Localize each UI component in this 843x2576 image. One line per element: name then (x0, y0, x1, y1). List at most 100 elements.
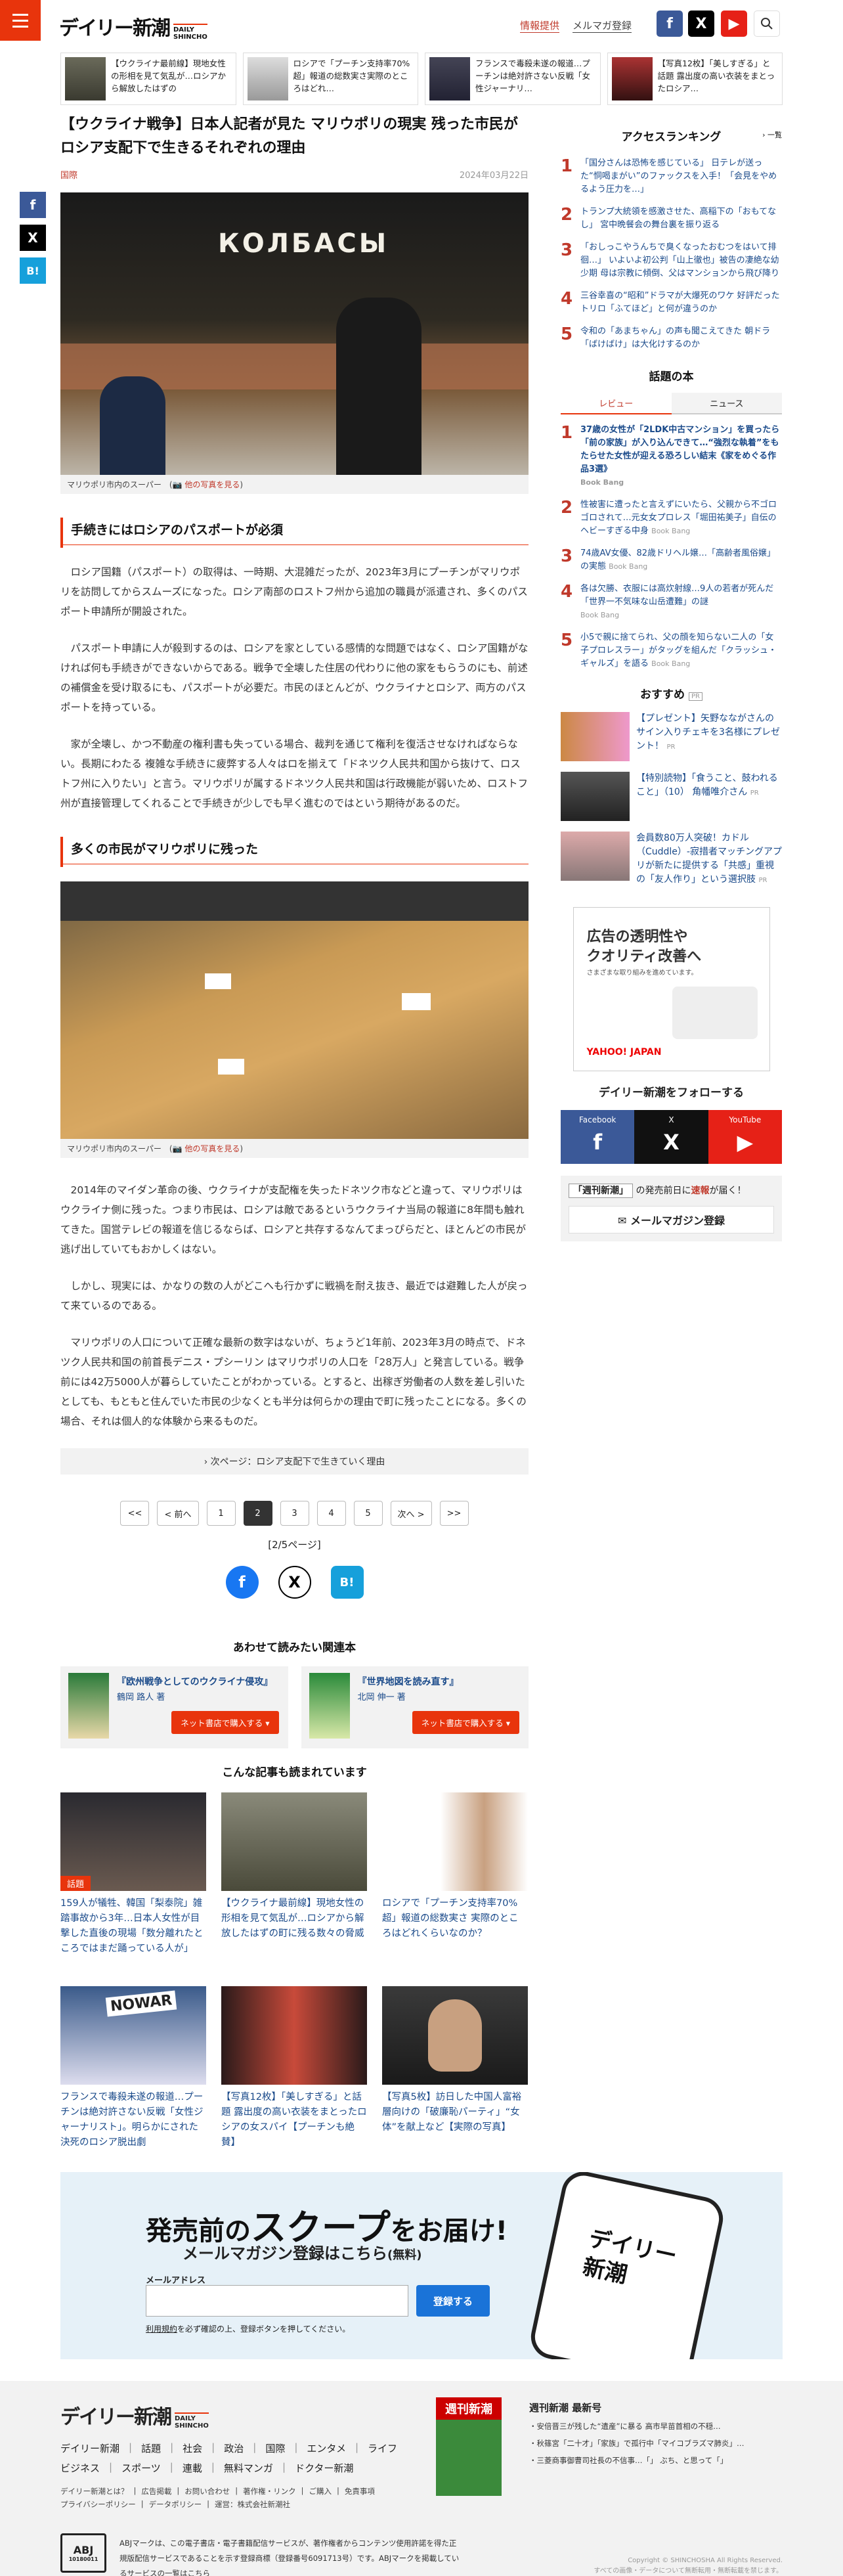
article-photo-1[interactable]: КОЛБАСЫ (60, 192, 529, 475)
also-card[interactable]: NOWAR フランスで毒殺未遂の報道…プーチンは絶対許さない反戦「女性ジャーナリ… (60, 1986, 206, 2165)
ranking-item[interactable]: 3 「おしっこやうんちで臭くなったおむつをはいて排徊…」 いよいよ初公判「山上徹也… (561, 241, 782, 280)
follow-youtube[interactable]: YouTube ▶ (708, 1110, 782, 1164)
footer-logo[interactable]: デイリー新潮 DAILY SHINCHO (60, 2401, 209, 2430)
book-item[interactable]: 4 各は欠勝、衣服には高炊射線…9人の若者が死んだ「世界一不気味な山岳遭難」の謎 B… (561, 583, 782, 622)
email-input[interactable] (146, 2285, 408, 2317)
x-icon: X (663, 1130, 680, 1155)
pager-page[interactable]: 1 (206, 1501, 236, 1526)
strip-article[interactable]: 【写真12枚】「美しすぎる」と話題 露出度の高い衣装をまとったロシア… (607, 53, 783, 105)
strip-article[interactable]: ロシアで「プーチン支持率70%超」報道の総数実さ実際のところはどれ… (242, 53, 418, 105)
pager-prev[interactable]: < 前へ (157, 1501, 199, 1526)
footer-small-link[interactable]: 免責事項 (345, 2486, 375, 2497)
footer-small-link[interactable]: 広告掲載 (141, 2486, 171, 2497)
pager-next[interactable]: 次へ > (390, 1501, 432, 1526)
x-icon[interactable]: X (688, 11, 714, 37)
ranking-list-link[interactable]: › 一覧 (762, 129, 782, 140)
facebook-icon[interactable]: f (657, 11, 683, 37)
pager-last[interactable]: >> (439, 1501, 469, 1526)
more-photos-link[interactable]: 📷 他の写真を見る (173, 480, 240, 489)
footer-nav-link[interactable]: 国際 (265, 2441, 285, 2455)
register-button[interactable]: 登録する (416, 2285, 490, 2317)
pager-page-current[interactable]: 2 (243, 1501, 272, 1526)
follow-x[interactable]: XX (634, 1110, 708, 1164)
site-logo[interactable]: デイリー新潮 DAILY SHINCHO (59, 12, 207, 41)
strip-text: ロシアで「プーチン支持率70%超」報道の総数実さ実際のところはどれ… (293, 58, 410, 93)
ranking-item[interactable]: 4 三谷幸喜の“昭和”ドラマが大爆死のワケ 好評だったトリロ「ふてほど」と何が違う… (561, 290, 782, 316)
ad-line: さまざまな取り組みを進めています。 (586, 969, 698, 977)
buy-button[interactable]: ネット書店で購入する ▾ (412, 1711, 519, 1734)
x-share-icon[interactable]: X (278, 1566, 311, 1599)
footer-nav-link[interactable]: 無料マンガ (224, 2461, 273, 2475)
footer-small-link[interactable]: デイリー新潮とは？ (60, 2486, 129, 2497)
also-card[interactable]: ロシアで「プーチン支持率70%超」報道の総数実さ 実際のところはどれくらいなのか… (382, 1792, 528, 1972)
recommend-item[interactable]: 会員数80万人突破！カドル（Cuddle）-寂措者マッチングアプリが新たに提供す… (561, 832, 782, 887)
book-item[interactable]: 2 性被害に遭ったと言えずにいたら、父親から不ゴロゴロされて…元女女プロレス「堀田… (561, 499, 782, 538)
facebook-share-icon[interactable]: f (20, 192, 46, 218)
article-photo-2[interactable] (60, 881, 529, 1139)
related-book[interactable]: 『欧州戦争としてのウクライナ侵攻』 鶴岡 路人 著 ネット書店で購入する ▾ (60, 1666, 288, 1748)
also-card[interactable]: 【ウクライナ最前線】現地女性の形相を見て気乱が…ロシアから解放したはずの町に残る… (221, 1792, 367, 1972)
tab-review[interactable]: レビュー (561, 393, 672, 414)
footer-nav: デイリー新潮 | 話題 | 社会 | 政治 | 国際 | エンタメ | ライフ (60, 2441, 398, 2455)
footer-nav-link[interactable]: 政治 (224, 2441, 244, 2455)
next-page-link[interactable]: › 次ページ：ロシア支配下で生きていく理由 (60, 1448, 529, 1475)
footer-small-link[interactable]: ご購入 (309, 2486, 332, 2497)
ranking-item[interactable]: 1 「国分さんは恐怖を感じている」 日テレが送った“恫喝まがい”のファックスを入手… (561, 157, 782, 196)
magazine-item[interactable]: ・三菱商事御曹司社長の不信事…「」 ぶち、と思って「」 (529, 2455, 792, 2466)
footer-nav-link[interactable]: 連載 (183, 2461, 202, 2475)
hamburger-menu-button[interactable] (0, 0, 41, 41)
book-item[interactable]: 3 74歳AV女優、82歳ドリヘル嬢…「高齢者風俗嬢」の実態 Book Bang (561, 547, 782, 573)
book-title: 『欧州戦争としてのウクライナ侵攻』 (117, 1677, 273, 1687)
x-share-icon[interactable]: X (20, 225, 46, 251)
ranking-text: トランプ大統領を感激させた、高稲下の「おもてなし」 宮中晩餐会の舞台裏を振り返る (580, 207, 777, 230)
strip-article[interactable]: 【ウクライナ最前線】現地女性の形相を見て気乱が…ロシアから解放したはずの (60, 53, 236, 105)
hatena-bookmark-icon[interactable]: B! (330, 1566, 364, 1599)
card-image (221, 1792, 367, 1891)
ranking-item[interactable]: 2 トランプ大統領を感激させた、高稲下の「おもてなし」 宮中晩餐会の舞台裏を振り返… (561, 206, 782, 232)
recommend-item[interactable]: 【プレゼント】矢野なながさんのサイン入りチェキを3名様にプレゼント！ PR (561, 712, 782, 761)
related-book[interactable]: 『世界地図を読み直す』 北岡 伸一 著 ネット書店で購入する ▾ (301, 1666, 529, 1748)
pager-page[interactable]: 3 (280, 1501, 309, 1526)
footer-nav-link[interactable]: デイリー新潮 (60, 2441, 119, 2455)
footer-small-link[interactable]: 著作権・リンク (243, 2486, 296, 2497)
footer-nav-link[interactable]: 社会 (183, 2441, 202, 2455)
pager-page[interactable]: 4 (316, 1501, 346, 1526)
category-link[interactable]: 国際 (60, 168, 77, 181)
also-card[interactable]: 話題 159人が犠牲、韓国「梨泰院」雑踏事故から3年…日本人女性が目撃した直後の… (60, 1792, 206, 1972)
advertisement[interactable]: 広告の透明性や クオリティ改善へ さまざまな取り組みを進めています。 YAHOO… (573, 907, 770, 1071)
also-card[interactable]: 【写真5枚】訪日した中国人富裕層向けの「破廉恥パーティ」“女体”を献上など【実際… (382, 1986, 528, 2165)
info-link[interactable]: 情報提供 (520, 18, 560, 33)
footer-nav-link[interactable]: ライフ (368, 2441, 397, 2455)
newsletter-register-button[interactable]: ✉ メールマガジン登録 (569, 1206, 774, 1233)
footer-small-link[interactable]: プライバシーポリシー (60, 2499, 136, 2510)
youtube-icon[interactable]: ▶ (721, 11, 747, 37)
ranking-item[interactable]: 5 令和の「あまちゃん」の声も聞こえてきた 朝ドラ「ばけばけ」は大化けするのか (561, 325, 782, 351)
section-heading: 多くの市民がマリウポリに残った (60, 837, 529, 867)
magazine-cover[interactable]: 週刊新潮 (436, 2397, 502, 2496)
pager-first[interactable]: << (120, 1501, 150, 1526)
terms-link[interactable]: 利用規約 (146, 2324, 177, 2334)
footer-nav-link[interactable]: エンタメ (307, 2441, 346, 2455)
search-icon[interactable] (754, 11, 780, 37)
buy-button[interactable]: ネット書店で購入する ▾ (171, 1711, 279, 1734)
footer-nav-link[interactable]: 話題 (141, 2441, 161, 2455)
pager-page[interactable]: 5 (353, 1501, 383, 1526)
hatena-bookmark-icon[interactable]: B! (20, 257, 46, 284)
footer-small-link[interactable]: データポリシー (149, 2499, 202, 2510)
recommend-item[interactable]: 【特別読物】「食うこと、鼓われること」（10） 角幡唯介さん PR (561, 772, 782, 821)
footer-nav-link[interactable]: スポーツ (121, 2461, 161, 2475)
newsletter-link[interactable]: メルマガ登録 (573, 18, 632, 33)
tab-news[interactable]: ニュース (671, 393, 782, 414)
magazine-item[interactable]: ・秋篠宮「二十才」「家族」で孤行中「マイコブラズマ肺炎」… (529, 2438, 792, 2449)
footer-small-link[interactable]: お問い合わせ (184, 2486, 230, 2497)
footer-nav-link[interactable]: ドクター新潮 (295, 2461, 353, 2475)
footer-nav-link[interactable]: ビジネス (60, 2461, 100, 2475)
strip-article[interactable]: フランスで毒殺未遂の報道…プーチンは絶対許さない反戦「女性ジャーナリ… (425, 53, 601, 105)
book-item[interactable]: 1 37歳の女性が「2LDK中古マンション」を買ったら「前の家族」が入り込んできて… (561, 424, 782, 489)
also-card[interactable]: 【写真12枚】「美しすぎる」と話題 露出度の高い衣装をまとったロシアの女スパイ【… (221, 1986, 367, 2165)
magazine-item[interactable]: ・安倍晋三が残した“遺産”に暴る 高市早苗首相の不穏… (529, 2421, 792, 2432)
more-photos-link[interactable]: 📷 他の写真を見る (173, 1144, 240, 1153)
follow-facebook[interactable]: Facebook f (561, 1110, 635, 1164)
facebook-share-icon[interactable]: f (225, 1566, 259, 1599)
book-item[interactable]: 5 小5で親に捨てられ、父の顔を知らない二人の「女子プロレスラー」がタッグを組んだ… (561, 631, 782, 671)
